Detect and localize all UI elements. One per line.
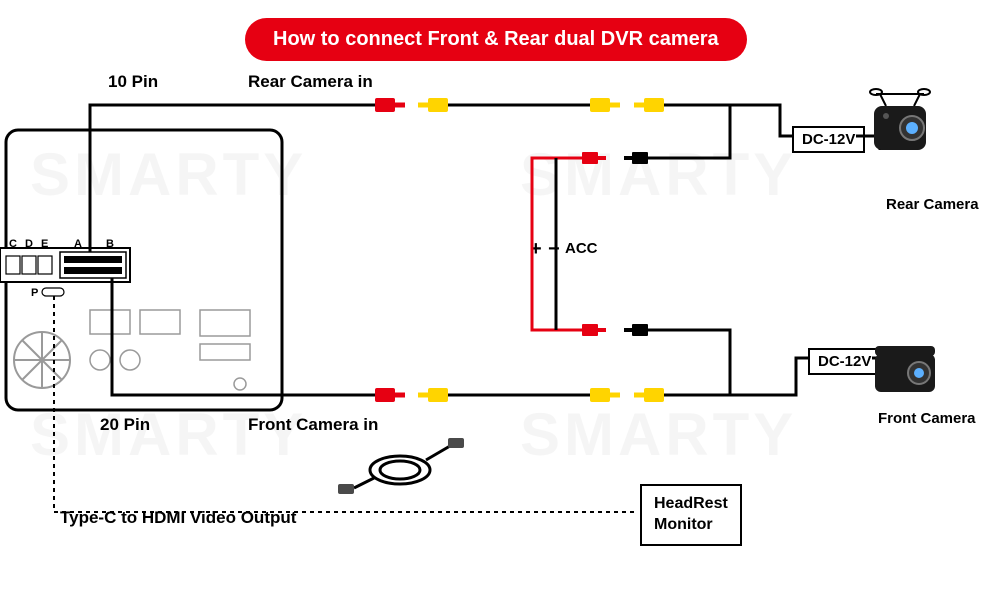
front-camera-icon [875,346,935,392]
label-dc12v-bottom: DC-12V [808,348,881,375]
label-acc: ACC [565,240,598,257]
svg-text:B: B [106,238,114,250]
label-front-camera: Front Camera [878,410,976,427]
svg-text:D: D [25,238,33,250]
headrest-monitor-box: HeadRest Monitor [640,484,742,546]
watermark: SMARTY [30,140,307,209]
headrest-line1: HeadRest [654,495,728,512]
label-20pin: 20 Pin [100,415,150,435]
label-typec: Type-C to HDMI Video Output [60,508,296,528]
svg-text:P: P [31,287,38,299]
diagram-title: How to connect Front & Rear dual DVR cam… [245,18,747,61]
acc-minus-icon: − [548,238,560,261]
hdmi-cable-icon [338,438,464,494]
svg-text:E: E [41,238,48,250]
headrest-line2: Monitor [654,516,713,533]
head-unit-icon: C D E A B P [0,130,282,410]
svg-text:A: A [74,238,82,250]
watermark: SMARTY [520,400,797,469]
label-rear-camera: Rear Camera [886,196,979,213]
label-rear-in: Rear Camera in [248,72,373,92]
rear-camera-icon [870,89,930,150]
acc-plus-icon: + [530,238,542,261]
label-10pin: 10 Pin [108,72,158,92]
watermark: SMARTY [520,140,797,209]
label-front-in: Front Camera in [248,415,378,435]
label-dc12v-top: DC-12V [792,126,865,153]
svg-text:C: C [9,238,17,250]
